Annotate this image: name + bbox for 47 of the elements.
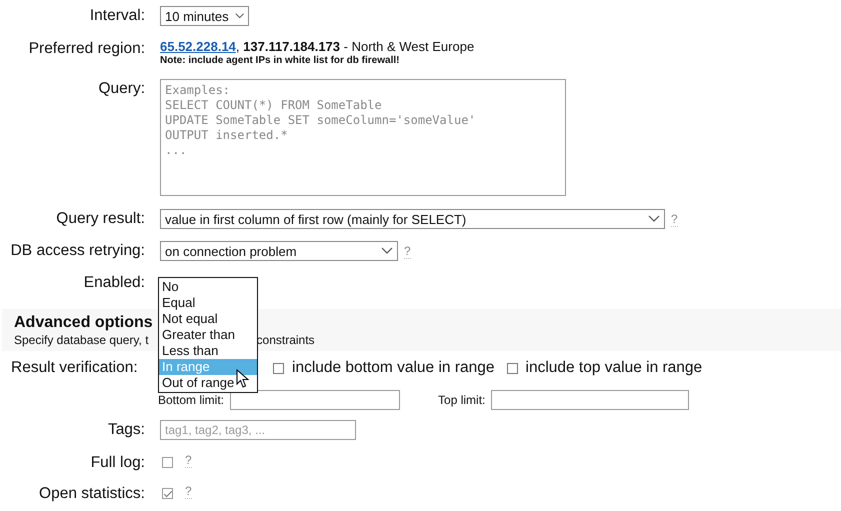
field-label: DB access retrying: [10, 241, 145, 261]
field-label: Query result: [55, 209, 145, 229]
ip-address: 137.117.184.173 [243, 39, 340, 54]
caret-icon [381, 247, 393, 255]
section-description: constraints [256, 333, 315, 347]
field-label: Open statistics: [38, 484, 145, 504]
checkbox-label: include top value in range [526, 359, 702, 377]
field-label: Preferred region: [28, 39, 145, 59]
separator-text: , [236, 39, 241, 54]
cursor-icon [236, 369, 250, 389]
region-name: - North & West Europe [342, 39, 474, 54]
caret-icon [234, 12, 244, 20]
field-label: Full log: [90, 453, 145, 473]
field-label: Result verification: [11, 359, 138, 376]
tags-field[interactable]: tag1, tag2, tag3, ... [160, 420, 356, 440]
field-label: Bottom limit: [158, 393, 224, 407]
top-limit-field[interactable] [491, 390, 690, 410]
query-field[interactable]: Examples: SELECT COUNT(*) FROM SomeTable UPDATE SomeTable SET someColumn='someValue' OUTPUT inserted.* ... [160, 79, 566, 196]
field-label: Interval: [88, 6, 145, 26]
checkbox[interactable] [162, 457, 173, 468]
field-label: Top limit: [438, 393, 486, 407]
menu-option[interactable]: Not equal [159, 311, 257, 327]
menu-option[interactable]: Less than [159, 343, 257, 359]
section-description: Specify database query, t [14, 333, 149, 347]
dropdown[interactable]: on connection problem [160, 241, 398, 261]
field-label: Query: [97, 79, 145, 99]
menu-option[interactable]: No [159, 279, 257, 295]
help-link[interactable]: ? [671, 212, 678, 226]
menu-option[interactable]: Equal [159, 295, 257, 311]
firewall-note: Note: include agent IPs in white list for db firewall! [160, 55, 400, 66]
field-label: Tags: [106, 420, 145, 440]
checkbox-label: include bottom value in range [292, 359, 494, 377]
bottom-limit-field[interactable] [230, 390, 400, 410]
checkbox[interactable] [506, 362, 518, 374]
dropdown[interactable]: 10 minutes [160, 6, 249, 26]
field-label: Enabled: [82, 273, 145, 293]
help-link[interactable]: ? [404, 244, 411, 258]
checkbox[interactable] [273, 362, 284, 374]
menu-option[interactable]: Greater than [159, 327, 257, 343]
help-link[interactable]: ? [185, 453, 192, 468]
caret-icon [648, 215, 660, 223]
menu-option[interactable]: Out of range [159, 375, 257, 391]
ip-link[interactable]: 65.52.228.14 [160, 39, 236, 54]
help-link[interactable]: ? [185, 484, 192, 499]
checkbox[interactable] [162, 488, 173, 499]
dropdown[interactable]: value in first column of first row (mainly for SELECT) [160, 209, 665, 229]
section-title: Advanced options [14, 313, 153, 333]
